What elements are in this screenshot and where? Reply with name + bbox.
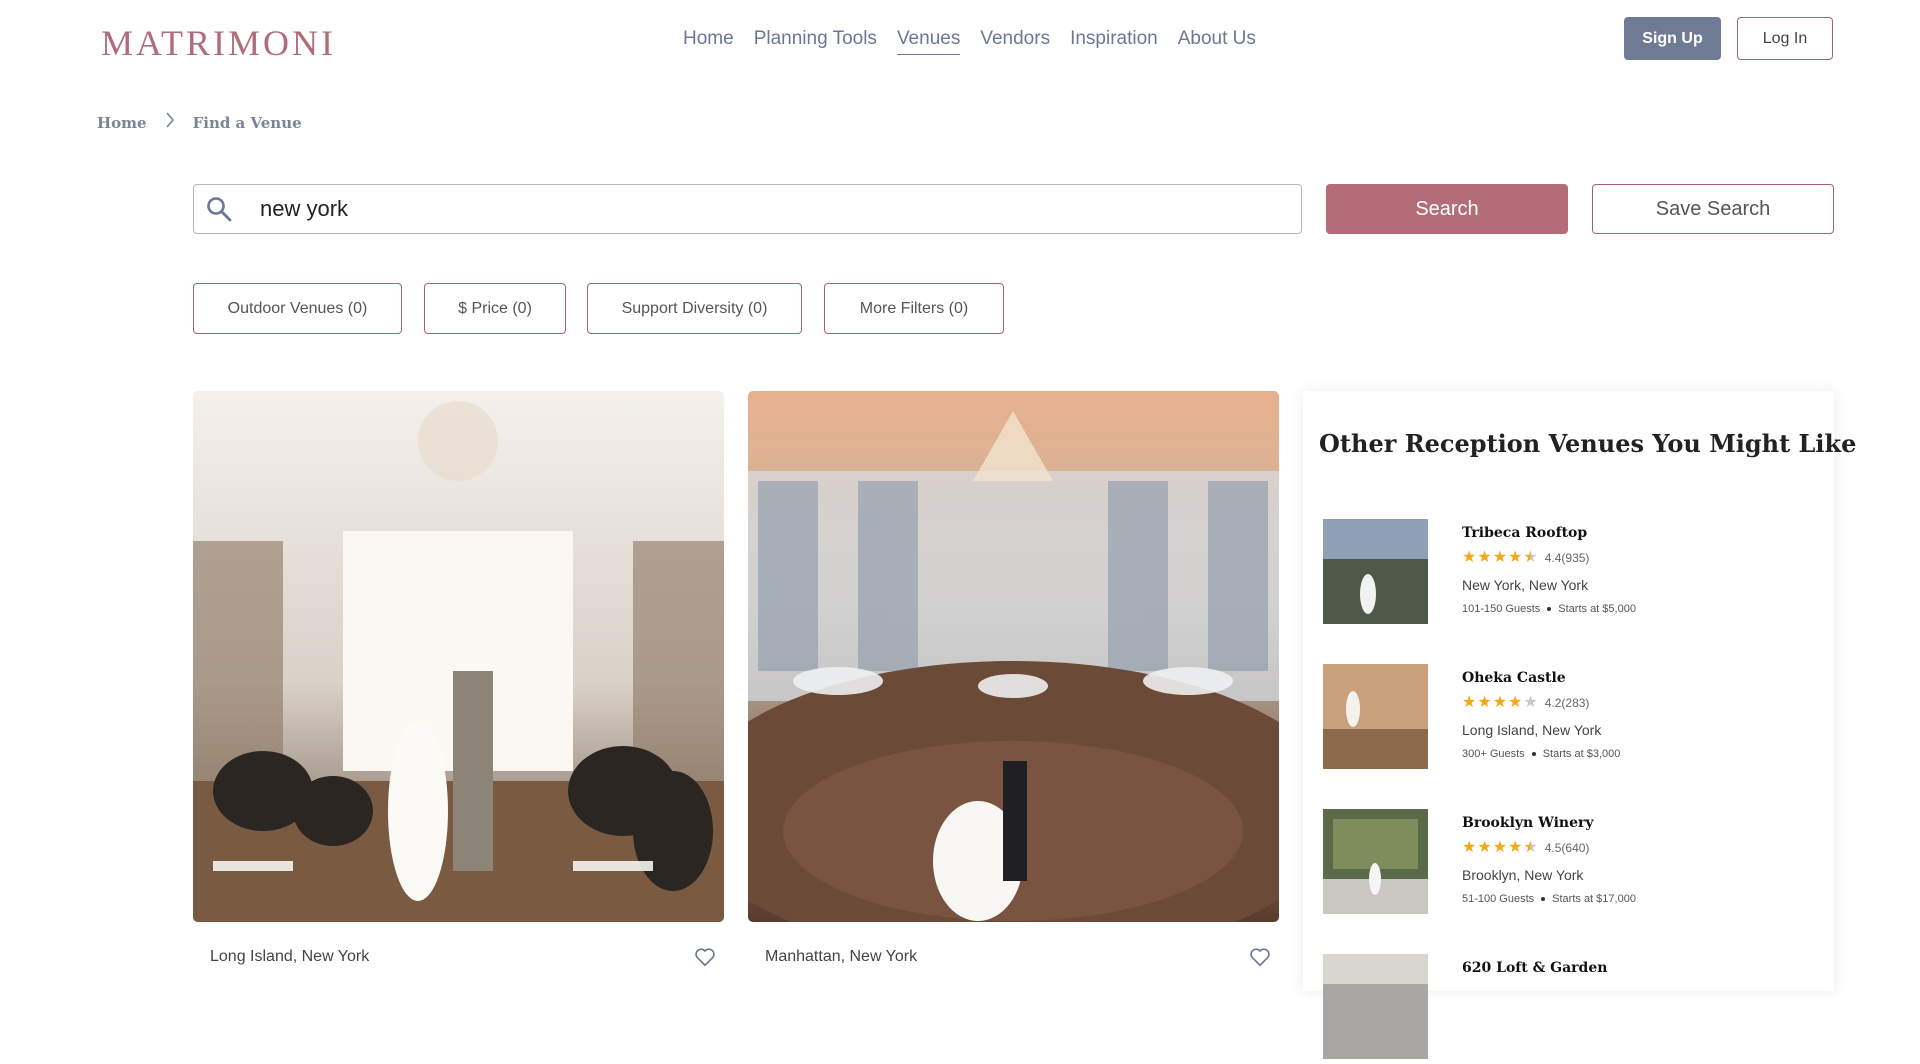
venue-thumbnail[interactable] <box>1323 519 1428 624</box>
search-icon <box>207 197 232 222</box>
star-icon: ★ <box>1508 549 1523 566</box>
nav-item-home[interactable]: Home <box>683 28 734 55</box>
venue-location: Manhattan, New York <box>765 948 918 965</box>
guest-count: 300+ Guests <box>1462 748 1525 760</box>
venue-meta: 300+ Guests Starts at $3,000 <box>1462 748 1620 760</box>
rating-text: 4.5(640) <box>1544 841 1590 855</box>
breadcrumb-current: Find a Venue <box>192 113 302 132</box>
heart-icon[interactable] <box>1249 946 1271 968</box>
venue-location: Long Island, New York <box>210 948 370 965</box>
star-icon: ★ <box>1508 839 1523 856</box>
filter-outdoor-venues[interactable]: Outdoor Venues (0) <box>193 283 402 334</box>
star-icon: ★ <box>1492 694 1508 711</box>
save-search-button[interactable]: Save Search <box>1592 184 1834 234</box>
recommended-venue[interactable]: 620 Loft & Garden <box>1319 954 1819 1064</box>
star-icon: ★ <box>1492 549 1508 566</box>
separator-dot <box>1547 607 1552 611</box>
venue-thumbnail[interactable] <box>1323 809 1428 914</box>
nav-item-about-us[interactable]: About Us <box>1178 28 1256 55</box>
search-input[interactable] <box>258 195 1162 223</box>
logo[interactable]: MATRIMONI <box>101 22 336 64</box>
venue-image[interactable] <box>748 391 1279 922</box>
star-icon: ★ <box>1477 839 1492 856</box>
filter-support-diversity[interactable]: Support Diversity (0) <box>587 283 802 334</box>
venue-name[interactable]: Tribeca Rooftop <box>1462 525 1587 541</box>
search-box <box>193 184 1302 234</box>
star-icon: ★ <box>1492 839 1508 856</box>
venue-name[interactable]: Brooklyn Winery <box>1462 815 1593 831</box>
starting-price: Starts at $17,000 <box>1552 893 1636 905</box>
star-icon: ★ <box>1462 549 1477 566</box>
main-nav: Home Planning Tools Venues Vendors Inspi… <box>683 28 1256 55</box>
separator-dot <box>1531 752 1536 756</box>
breadcrumb: Home Find a Venue <box>97 112 302 133</box>
nav-item-venues[interactable]: Venues <box>896 28 961 55</box>
star-icon: ★ <box>1462 694 1477 711</box>
star-half-icon: ★ <box>1523 549 1538 566</box>
recommended-venue[interactable]: Tribeca Rooftop ★ ★ ★ ★ ★ 4.4(935) New Y… <box>1319 519 1819 629</box>
filter-price[interactable]: $ Price (0) <box>424 283 566 334</box>
star-rating: ★ ★ ★ ★ ★ 4.5(640) <box>1462 840 1589 856</box>
star-icon: ★ <box>1477 694 1492 711</box>
nav-item-planning-tools[interactable]: Planning Tools <box>754 28 877 55</box>
sign-up-button[interactable]: Sign Up <box>1624 17 1721 60</box>
star-icon: ★ <box>1477 549 1492 566</box>
star-empty-icon: ★ <box>1523 694 1538 711</box>
starting-price: Starts at $3,000 <box>1542 748 1621 760</box>
heart-icon[interactable] <box>694 946 716 968</box>
guest-count: 101-150 Guests <box>1462 603 1541 615</box>
venue-location: Brooklyn, New York <box>1462 867 1584 883</box>
chevron-right-icon <box>165 112 175 133</box>
star-icon: ★ <box>1508 694 1523 711</box>
breadcrumb-home[interactable]: Home <box>97 114 147 132</box>
rating-text: 4.2(283) <box>1544 696 1590 710</box>
venue-meta: 101-150 Guests Starts at $5,000 <box>1462 603 1636 615</box>
star-rating: ★ ★ ★ ★ ★ 4.4(935) <box>1462 550 1589 566</box>
recommendations-panel: Other Reception Venues You Might Like Tr… <box>1303 391 1856 1059</box>
separator-dot <box>1541 897 1546 901</box>
recommended-venue[interactable]: Oheka Castle ★ ★ ★ ★ ★ 4.2(283) Long Isl… <box>1319 664 1819 774</box>
venue-location: Long Island, New York <box>1462 722 1602 738</box>
venue-name[interactable]: Oheka Castle <box>1462 670 1566 686</box>
recommendations-title: Other Reception Venues You Might Like <box>1319 429 1857 458</box>
recommended-venue[interactable]: Brooklyn Winery ★ ★ ★ ★ ★ 4.5(640) Brook… <box>1319 809 1819 919</box>
venue-location: New York, New York <box>1462 577 1589 593</box>
starting-price: Starts at $5,000 <box>1558 603 1636 615</box>
rating-text: 4.4(935) <box>1544 551 1590 565</box>
nav-item-inspiration[interactable]: Inspiration <box>1070 28 1158 55</box>
log-in-button[interactable]: Log In <box>1737 17 1833 60</box>
venue-meta: 51-100 Guests Starts at $17,000 <box>1462 893 1636 905</box>
star-icon: ★ <box>1462 839 1477 856</box>
search-button[interactable]: Search <box>1326 184 1568 234</box>
star-rating: ★ ★ ★ ★ ★ 4.2(283) <box>1462 695 1589 711</box>
guest-count: 51-100 Guests <box>1462 893 1535 905</box>
star-half-icon: ★ <box>1523 839 1538 856</box>
nav-item-vendors[interactable]: Vendors <box>980 28 1050 55</box>
filter-more-filters[interactable]: More Filters (0) <box>824 283 1004 334</box>
venue-image[interactable] <box>193 391 724 922</box>
venue-name[interactable]: 620 Loft & Garden <box>1462 960 1607 976</box>
venue-thumbnail[interactable] <box>1323 664 1428 769</box>
